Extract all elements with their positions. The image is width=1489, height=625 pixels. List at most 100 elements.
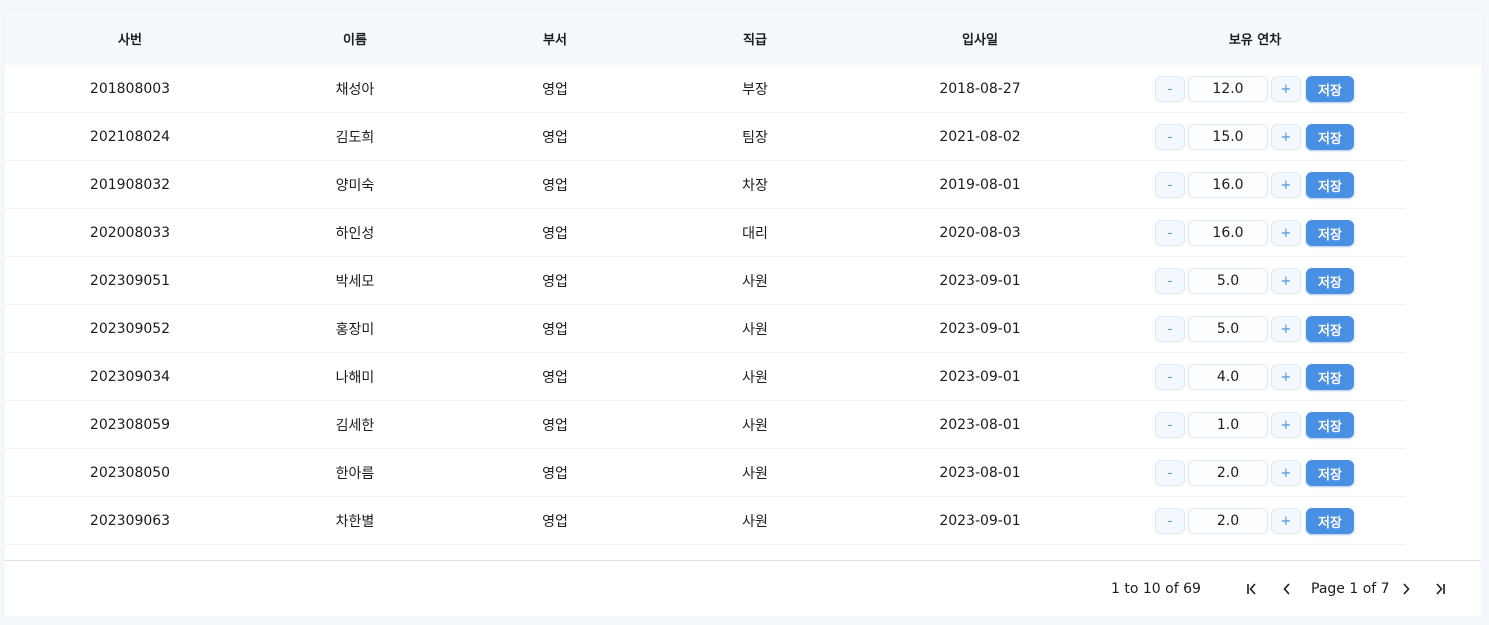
decrement-button[interactable]: - (1155, 268, 1185, 294)
leave-input[interactable]: 15.0 (1188, 124, 1268, 150)
save-button[interactable]: 저장 (1306, 508, 1354, 534)
pagination-panel: 1 to 10 of 69 Page 1 of 7 (5, 560, 1481, 616)
row-summary: 1 to 10 of 69 (1111, 581, 1201, 597)
cell-hire-date: 2023-09-01 (939, 513, 1021, 529)
cell-position: 사원 (742, 370, 768, 386)
table-row[interactable]: 202308050 한아름 영업 사원 2023-08-01 -2.0 + 저장 (5, 449, 1405, 497)
leave-editor: -16.0 + 저장 (1155, 220, 1355, 246)
save-button[interactable]: 저장 (1306, 76, 1354, 102)
page-indicator: Page 1 of 7 (1311, 581, 1390, 597)
decrement-button[interactable]: - (1155, 508, 1185, 534)
leave-input[interactable]: 2.0 (1188, 460, 1268, 486)
table-row[interactable]: 202309063 차한별 영업 사원 2023-09-01 -2.0 + 저장 (5, 497, 1405, 545)
increment-button[interactable]: + (1271, 124, 1301, 150)
save-button[interactable]: 저장 (1306, 172, 1354, 198)
table-row[interactable]: 201808003 채성아 영업 부장 2018-08-27 -12.0 + 저장 (5, 65, 1405, 113)
header-position[interactable]: 직급 (655, 11, 855, 65)
cell-department: 영업 (542, 322, 568, 338)
increment-button[interactable]: + (1271, 76, 1301, 102)
previous-page-icon (1283, 583, 1290, 595)
decrement-button[interactable]: - (1155, 412, 1185, 438)
increment-button[interactable]: + (1271, 172, 1301, 198)
increment-button[interactable]: + (1271, 364, 1301, 390)
cell-position: 차장 (742, 178, 768, 194)
cell-position: 사원 (742, 322, 768, 338)
grid-header: 사번 이름 부서 직급 입사일 보유 연차 (5, 11, 1481, 65)
save-button[interactable]: 저장 (1306, 316, 1354, 342)
leave-editor: -2.0 + 저장 (1155, 508, 1355, 534)
decrement-button[interactable]: - (1155, 460, 1185, 486)
decrement-button[interactable]: - (1155, 124, 1185, 150)
header-hire-date[interactable]: 입사일 (880, 11, 1080, 65)
leave-input[interactable]: 4.0 (1188, 364, 1268, 390)
leave-input[interactable]: 12.0 (1188, 76, 1268, 102)
leave-input[interactable]: 16.0 (1188, 220, 1268, 246)
increment-button[interactable]: + (1271, 508, 1301, 534)
decrement-button[interactable]: - (1155, 220, 1185, 246)
cell-name: 박세모 (335, 274, 375, 290)
cell-employee-id: 202309034 (89, 369, 171, 385)
table-row[interactable]: 202008033 하인성 영업 대리 2020-08-03 -16.0 + 저장 (5, 209, 1405, 257)
cell-name: 나해미 (335, 370, 375, 386)
cell-department: 영업 (542, 418, 568, 434)
leave-input[interactable]: 2.0 (1188, 508, 1268, 534)
header-employee-id[interactable]: 사번 (30, 11, 230, 65)
cell-hire-date: 2018-08-27 (939, 81, 1021, 97)
leave-input[interactable]: 16.0 (1188, 172, 1268, 198)
leave-input[interactable]: 1.0 (1188, 412, 1268, 438)
save-button[interactable]: 저장 (1306, 412, 1354, 438)
table-row[interactable]: 202108024 김도희 영업 팀장 2021-08-02 -15.0 + 저장 (5, 113, 1405, 161)
cell-employee-id: 202308059 (89, 417, 171, 433)
cell-employee-id: 201808003 (89, 81, 171, 97)
cell-department: 영업 (542, 370, 568, 386)
cell-employee-id: 202108024 (89, 129, 171, 145)
cell-name: 홍장미 (335, 322, 375, 338)
cell-position: 대리 (742, 226, 768, 242)
leave-editor: -4.0 + 저장 (1155, 364, 1355, 390)
last-page-icon (1436, 583, 1445, 595)
save-button[interactable]: 저장 (1306, 220, 1354, 246)
save-button[interactable]: 저장 (1306, 364, 1354, 390)
next-page-button[interactable] (1394, 577, 1418, 601)
table-row[interactable]: 202309052 홍장미 영업 사원 2023-09-01 -5.0 + 저장 (5, 305, 1405, 353)
increment-button[interactable]: + (1271, 316, 1301, 342)
decrement-button[interactable]: - (1155, 76, 1185, 102)
cell-hire-date: 2021-08-02 (939, 129, 1021, 145)
cell-position: 사원 (742, 274, 768, 290)
cell-name: 양미숙 (335, 178, 375, 194)
table-row[interactable]: 202309051 박세모 영업 사원 2023-09-01 -5.0 + 저장 (5, 257, 1405, 305)
leave-editor: -12.0 + 저장 (1155, 76, 1355, 102)
leave-input[interactable]: 5.0 (1188, 316, 1268, 342)
cell-department: 영업 (542, 130, 568, 146)
save-button[interactable]: 저장 (1306, 268, 1354, 294)
save-button[interactable]: 저장 (1306, 124, 1354, 150)
leave-editor: -1.0 + 저장 (1155, 412, 1355, 438)
cell-hire-date: 2023-09-01 (939, 321, 1021, 337)
header-department[interactable]: 부서 (455, 11, 655, 65)
header-name[interactable]: 이름 (255, 11, 455, 65)
increment-button[interactable]: + (1271, 412, 1301, 438)
increment-button[interactable]: + (1271, 460, 1301, 486)
table-row[interactable]: 202309034 나해미 영업 사원 2023-09-01 -4.0 + 저장 (5, 353, 1405, 401)
cell-department: 영업 (542, 514, 568, 530)
increment-button[interactable]: + (1271, 220, 1301, 246)
cell-hire-date: 2023-08-01 (939, 417, 1021, 433)
table-row[interactable]: 201908032 양미숙 영업 차장 2019-08-01 -16.0 + 저장 (5, 161, 1405, 209)
cell-position: 사원 (742, 466, 768, 482)
header-annual-leave[interactable]: 보유 연차 (1155, 11, 1355, 65)
cell-department: 영업 (542, 274, 568, 290)
leave-editor: -2.0 + 저장 (1155, 460, 1355, 486)
decrement-button[interactable]: - (1155, 316, 1185, 342)
cell-employee-id: 202308050 (89, 465, 171, 481)
first-page-button[interactable] (1240, 577, 1264, 601)
decrement-button[interactable]: - (1155, 172, 1185, 198)
increment-button[interactable]: + (1271, 268, 1301, 294)
last-page-button[interactable] (1428, 577, 1452, 601)
previous-page-button[interactable] (1275, 577, 1299, 601)
cell-name: 채성아 (335, 82, 375, 98)
save-button[interactable]: 저장 (1306, 460, 1354, 486)
table-row[interactable]: 202308059 김세한 영업 사원 2023-08-01 -1.0 + 저장 (5, 401, 1405, 449)
decrement-button[interactable]: - (1155, 364, 1185, 390)
leave-input[interactable]: 5.0 (1188, 268, 1268, 294)
cell-hire-date: 2023-09-01 (939, 273, 1021, 289)
